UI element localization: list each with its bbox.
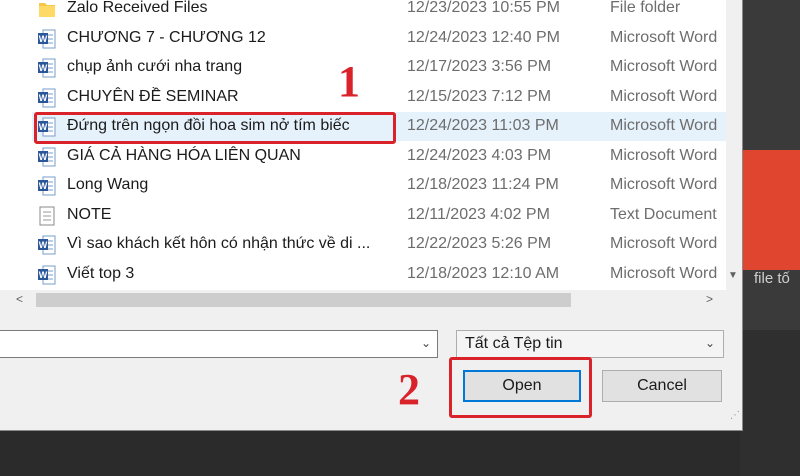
file-date-modified: 12/15/2023 7:12 PM bbox=[407, 87, 552, 105]
file-type: Microsoft Word bbox=[610, 117, 718, 134]
svg-text:W: W bbox=[39, 34, 48, 44]
file-type: File folder bbox=[610, 0, 681, 16]
svg-text:W: W bbox=[39, 63, 48, 73]
horizontal-scroll-thumb[interactable] bbox=[36, 293, 571, 307]
file-type: Microsoft Word bbox=[610, 176, 718, 193]
svg-text:W: W bbox=[39, 93, 48, 103]
chevron-down-icon: ⌄ bbox=[704, 336, 715, 350]
background-red-panel bbox=[740, 150, 800, 270]
chevron-down-icon[interactable]: ⌄ bbox=[421, 336, 431, 350]
text-doc-icon bbox=[38, 206, 56, 226]
step-number-2: 2 bbox=[398, 365, 420, 414]
file-name: chụp ảnh cưới nha trang bbox=[67, 58, 243, 75]
scroll-left-arrow-icon[interactable]: < bbox=[16, 292, 23, 306]
file-name: GIÁ CẢ HÀNG HÓA LIÊN QUAN bbox=[67, 146, 301, 164]
highlight-box-file bbox=[34, 112, 396, 144]
vertical-scrollbar[interactable]: ▼ bbox=[726, 0, 740, 290]
open-file-dialog: Zalo Received Files 12/23/2023 10:55 PM Fi… bbox=[0, 0, 743, 431]
file-date-modified: 12/11/2023 4:02 PM bbox=[407, 205, 550, 223]
horizontal-scrollbar[interactable]: < > bbox=[0, 290, 740, 312]
file-type: Microsoft Word bbox=[610, 235, 718, 252]
svg-text:W: W bbox=[39, 270, 48, 280]
svg-text:W: W bbox=[39, 181, 48, 191]
file-name: CHƯƠNG 7 - CHƯƠNG 12 bbox=[67, 28, 266, 46]
file-type: Microsoft Word bbox=[610, 87, 718, 105]
svg-text:W: W bbox=[39, 240, 48, 250]
word-doc-icon: W bbox=[38, 147, 56, 167]
file-row[interactable]: W Vì sao khách kết hôn có nhận thức về di… bbox=[32, 230, 732, 259]
file-row[interactable]: Zalo Received Files 12/23/2023 10:55 PM Fi… bbox=[32, 0, 732, 23]
file-name: Vì sao khách kết hôn có nhận thức về di … bbox=[67, 235, 371, 252]
file-name-input[interactable]: ⌄ bbox=[0, 330, 438, 358]
file-row[interactable]: NOTE 12/11/2023 4:02 PM Text Document bbox=[32, 201, 732, 230]
word-doc-icon: W bbox=[38, 88, 56, 108]
file-date-modified: 12/22/2023 5:26 PM bbox=[407, 235, 552, 252]
word-doc-icon: W bbox=[38, 176, 56, 196]
file-date-modified: 12/18/2023 12:10 AM bbox=[407, 264, 560, 282]
file-row[interactable]: Wchụp ảnh cưới nha trang 12/17/2023 3:56 … bbox=[32, 53, 732, 82]
file-date-modified: 12/23/2023 10:55 PM bbox=[407, 0, 561, 16]
word-doc-icon: W bbox=[38, 265, 56, 285]
folder-icon bbox=[38, 0, 56, 19]
highlight-box-open-button bbox=[449, 357, 592, 418]
file-row[interactable]: W CHUYÊN ĐỀ SEMINAR 12/15/2023 7:12 PM Micr… bbox=[32, 83, 732, 112]
file-date-modified: 12/18/2023 11:24 PM bbox=[407, 176, 559, 193]
file-row[interactable]: W Viết top 3 12/18/2023 12:10 AM Microsoft … bbox=[32, 260, 732, 289]
file-row[interactable]: W Long Wang 12/18/2023 11:24 PM Microsoft W… bbox=[32, 171, 732, 200]
file-type: Text Document bbox=[610, 205, 717, 223]
file-date-modified: 12/24/2023 11:03 PM bbox=[407, 117, 559, 134]
file-name: Viết top 3 bbox=[67, 264, 135, 282]
file-type: Microsoft Word bbox=[610, 146, 718, 164]
word-doc-icon: W bbox=[38, 58, 56, 78]
file-row[interactable]: W CHƯƠNG 7 - CHƯƠNG 12 12/24/2023 12:40 PM… bbox=[32, 24, 732, 53]
background-partial-text: file tố bbox=[754, 270, 790, 287]
file-list: Zalo Received Files 12/23/2023 10:55 PM Fi… bbox=[0, 0, 740, 290]
scroll-right-arrow-icon[interactable]: > bbox=[706, 292, 713, 306]
file-date-modified: 12/24/2023 12:40 PM bbox=[407, 28, 561, 46]
word-doc-icon: W bbox=[38, 29, 56, 49]
file-name: Zalo Received Files bbox=[67, 0, 208, 16]
file-date-modified: 12/17/2023 3:56 PM bbox=[407, 58, 552, 75]
cancel-button[interactable]: Cancel bbox=[602, 370, 722, 402]
file-row[interactable]: W GIÁ CẢ HÀNG HÓA LIÊN QUAN 12/24/2023 4:0… bbox=[32, 142, 732, 171]
file-name: Long Wang bbox=[67, 176, 149, 193]
file-type: Microsoft Word bbox=[610, 28, 718, 46]
file-type: Microsoft Word bbox=[610, 58, 718, 75]
file-name: NOTE bbox=[67, 205, 112, 223]
resize-grip-icon[interactable]: ⋰ bbox=[730, 410, 740, 421]
file-type-filter-value: Tất cả Tệp tin bbox=[465, 335, 563, 352]
step-number-1: 1 bbox=[338, 57, 360, 106]
file-type: Microsoft Word bbox=[610, 264, 718, 282]
svg-text:W: W bbox=[39, 152, 48, 162]
word-doc-icon: W bbox=[38, 235, 56, 255]
file-date-modified: 12/24/2023 4:03 PM bbox=[407, 146, 552, 164]
file-type-filter-select[interactable]: Tất cả Tệp tin ⌄ bbox=[456, 330, 724, 358]
file-name: CHUYÊN ĐỀ SEMINAR bbox=[67, 87, 239, 105]
background-dark-panel bbox=[740, 330, 800, 476]
scroll-down-arrow-icon[interactable]: ▼ bbox=[726, 266, 740, 286]
